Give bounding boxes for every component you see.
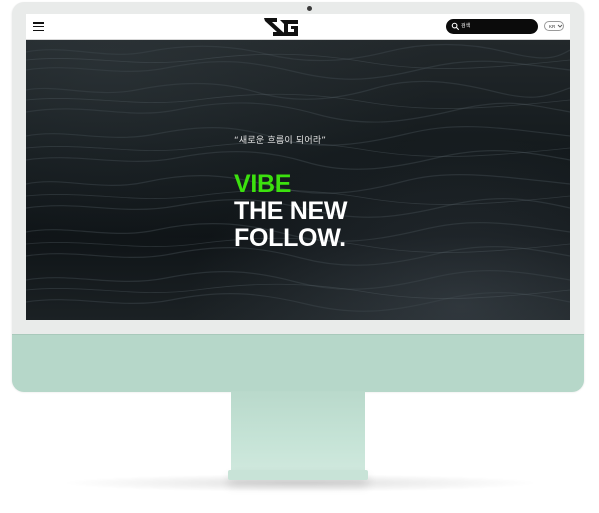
hero-banner: “새로운 흐름이 되어라” VIBE THE NEW FOLLOW. <box>26 40 570 320</box>
hamburger-icon[interactable] <box>33 22 44 32</box>
hero-headline: VIBE THE NEW FOLLOW. <box>234 171 347 252</box>
monitor-stand <box>231 391 365 471</box>
language-select[interactable]: KR <box>544 21 564 31</box>
camera <box>307 6 312 11</box>
language-selected: KR <box>549 24 556 29</box>
monitor-chin <box>12 334 584 392</box>
headline-line-2: THE NEW <box>234 197 348 225</box>
headline-line-1: VIBE <box>234 170 292 198</box>
search-placeholder: 검색 <box>461 23 471 29</box>
screen: 검색 KR “새로운 흐름이 되어라” VIBE THE NEW FOLLOW. <box>26 14 570 320</box>
yg-logo[interactable] <box>264 18 298 36</box>
search-input[interactable]: 검색 <box>446 19 538 34</box>
hero-tagline: “새로운 흐름이 되어라” <box>234 136 327 146</box>
search-icon <box>451 22 460 31</box>
chevron-down-icon <box>557 24 563 28</box>
headline-line-3: FOLLOW. <box>234 224 346 252</box>
site-header: 검색 KR <box>26 14 570 40</box>
monitor-stand-base <box>228 470 368 480</box>
